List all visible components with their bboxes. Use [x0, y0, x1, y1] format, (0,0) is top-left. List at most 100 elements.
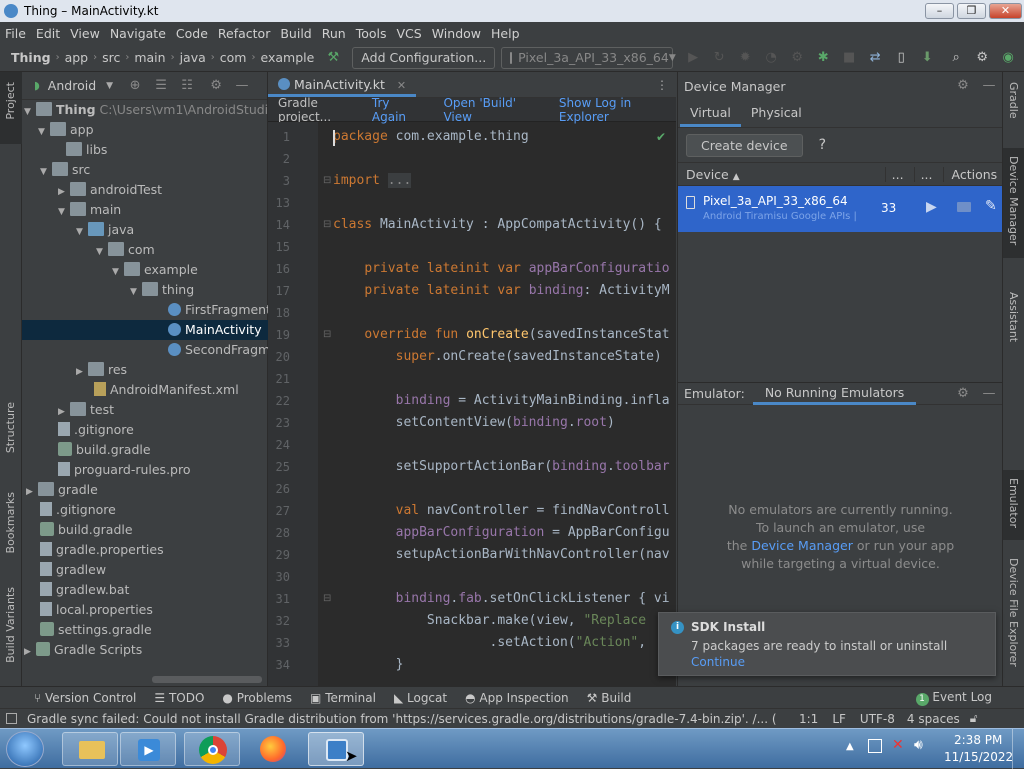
tree-row-settings-gradle[interactable]: settings.gradle [40, 620, 152, 640]
search-icon[interactable]: ⌕ [948, 50, 964, 66]
tab-virtual[interactable]: Virtual [680, 101, 741, 127]
status-toggle-icon[interactable] [6, 713, 17, 724]
show-log-link[interactable]: Show Log in Explorer [559, 96, 676, 124]
tree-row-gradle[interactable]: ▶ gradle [26, 480, 98, 500]
folder-icon[interactable] [957, 202, 971, 212]
try-again-link[interactable]: Try Again [372, 96, 424, 124]
network-error-icon[interactable]: ✕ [892, 737, 904, 753]
fold-icon[interactable]: ⊟ [323, 593, 331, 604]
tree-row-example[interactable]: ▼ example [112, 260, 198, 280]
continue-link[interactable]: Continue [691, 655, 745, 669]
gear-icon[interactable]: ⚙ [955, 386, 971, 402]
hammer-icon[interactable]: ⚒ [325, 50, 341, 66]
gear-icon[interactable]: ⚙ [955, 78, 971, 94]
app-inspection-tool[interactable]: ◓ App Inspection [465, 691, 569, 705]
edit-icon[interactable]: ✎ [985, 198, 997, 214]
fold-icon[interactable]: ⊟ [323, 219, 331, 230]
file-explorer-taskbar-button[interactable] [62, 732, 118, 766]
chevron-down-icon[interactable]: ▼ [106, 81, 113, 91]
tree-row-gradle-properties[interactable]: gradle.properties [40, 540, 164, 560]
hide-icon[interactable]: — [981, 78, 997, 94]
tree-row-app[interactable]: ▼ app [38, 120, 94, 140]
tab-mainactivity[interactable]: MainActivity.kt ✕ [268, 72, 417, 97]
column-api[interactable]: ... [884, 166, 904, 182]
close-button[interactable]: ✕ [989, 3, 1022, 19]
tree-row-libs[interactable]: libs [66, 140, 107, 160]
android-studio-taskbar-button[interactable]: ➤ [308, 732, 364, 766]
tree-row-project-root[interactable]: ▼ Thing C:\Users\vm1\AndroidStudioProject [22, 100, 319, 120]
device-row[interactable]: Pixel_3a_API_33_x86_64 Android Tiramisu … [678, 186, 1002, 232]
show-desktop-button[interactable] [1012, 729, 1024, 769]
column-size[interactable]: ... [913, 166, 933, 182]
tree-row-build-gradle-root[interactable]: build.gradle [40, 520, 133, 540]
tab-no-running-emulators[interactable]: No Running Emulators [752, 383, 917, 405]
bookmarks-tool-button[interactable]: Bookmarks [4, 492, 17, 553]
minimize-button[interactable]: – [925, 3, 954, 19]
todo-tool[interactable]: ☰ TODO [154, 691, 204, 705]
menu-navigate[interactable]: Navigate [105, 26, 171, 41]
breadcrumb-example[interactable]: example [257, 50, 317, 65]
open-build-view-link[interactable]: Open 'Build' View [443, 96, 540, 124]
run-icon[interactable]: ▶ [685, 50, 701, 66]
menu-window[interactable]: Window [427, 26, 486, 41]
tree-row-res[interactable]: ▶ res [76, 360, 127, 380]
file-encoding[interactable]: UTF-8 [860, 712, 895, 726]
breadcrumb-main[interactable]: main [131, 50, 168, 65]
tree-row-manifest[interactable]: AndroidManifest.xml [94, 380, 239, 400]
horizontal-scrollbar[interactable] [152, 676, 262, 683]
tree-row-androidtest[interactable]: ▶ androidTest [58, 180, 162, 200]
tree-row-proguard[interactable]: proguard-rules.pro [58, 460, 191, 480]
tree-row-java[interactable]: ▼ java [76, 220, 134, 240]
create-device-button[interactable]: Create device [686, 133, 803, 157]
device-manager-icon[interactable]: ▯ [893, 50, 909, 66]
event-log-tool[interactable]: 1 Event Log [915, 690, 992, 706]
terminal-tool[interactable]: ▣ Terminal [310, 691, 376, 705]
device-file-explorer-tool-button[interactable]: Device File Explorer [1007, 558, 1020, 667]
structure-tool-button[interactable]: Structure [4, 402, 17, 453]
tree-row-thing[interactable]: ▼ thing [130, 280, 194, 300]
tree-row-test[interactable]: ▶ test [58, 400, 114, 420]
build-variants-tool-button[interactable]: Build Variants [4, 587, 17, 663]
tree-row-build-gradle-app[interactable]: build.gradle [58, 440, 151, 460]
launch-icon[interactable]: ▶ [926, 199, 937, 215]
tree-row-src[interactable]: ▼ src [38, 160, 90, 180]
show-hidden-icons[interactable]: ▲ [846, 741, 854, 752]
tree-row-gradle-scripts[interactable]: ▶ Gradle Scripts [24, 640, 142, 660]
clock-time[interactable]: 2:38 PM [954, 733, 1002, 747]
clock-date[interactable]: 11/15/2022 [944, 750, 1013, 764]
assistant-tool-button[interactable]: Assistant [1007, 292, 1020, 342]
breadcrumb-app[interactable]: app [62, 50, 92, 65]
breadcrumb-java[interactable]: java [177, 50, 209, 65]
project-tool-button[interactable]: Project [4, 82, 17, 120]
debug-icon[interactable]: ✹ [737, 50, 753, 66]
fold-icon[interactable]: ⊟ [323, 329, 331, 340]
menu-run[interactable]: Run [317, 26, 351, 41]
collapse-all-icon[interactable]: ☷ [179, 78, 195, 94]
locate-icon[interactable]: ⊕ [127, 78, 143, 94]
tree-row-mainactivity[interactable]: MainActivity [22, 320, 268, 340]
settings-icon[interactable]: ⚙ [974, 50, 990, 66]
tree-row-gradlew-bat[interactable]: gradlew.bat [40, 580, 129, 600]
emulator-tool-button[interactable]: Emulator [1007, 478, 1020, 528]
tree-row-com[interactable]: ▼ com [96, 240, 155, 260]
media-player-taskbar-button[interactable]: ▶ [120, 732, 176, 766]
breadcrumb-src[interactable]: src [99, 50, 123, 65]
hide-icon[interactable]: — [234, 78, 250, 94]
lock-icon[interactable]: 🔓︎ [970, 711, 978, 726]
menu-code[interactable]: Code [171, 26, 213, 41]
device-manager-link[interactable]: Device Manager [751, 538, 853, 553]
problems-tool[interactable]: ● Problems [222, 691, 292, 705]
breadcrumb-thing[interactable]: Thing [8, 50, 54, 65]
sdk-manager-icon[interactable]: ⬇ [919, 50, 935, 66]
maximize-button[interactable]: ❐ [957, 3, 986, 19]
android-studio-icon[interactable]: ◉ [1000, 50, 1016, 66]
rerun-icon[interactable]: ↻ [711, 50, 727, 66]
menu-refactor[interactable]: Refactor [213, 26, 275, 41]
firefox-taskbar-button[interactable] [246, 732, 302, 766]
menu-file[interactable]: File [0, 26, 31, 41]
close-tab-icon[interactable]: ✕ [397, 79, 406, 92]
expand-all-icon[interactable]: ☰ [153, 78, 169, 94]
menu-help[interactable]: Help [486, 26, 525, 41]
column-device[interactable]: Device ▲ [686, 167, 740, 182]
tree-row-firstfragment[interactable]: FirstFragment [168, 300, 271, 320]
